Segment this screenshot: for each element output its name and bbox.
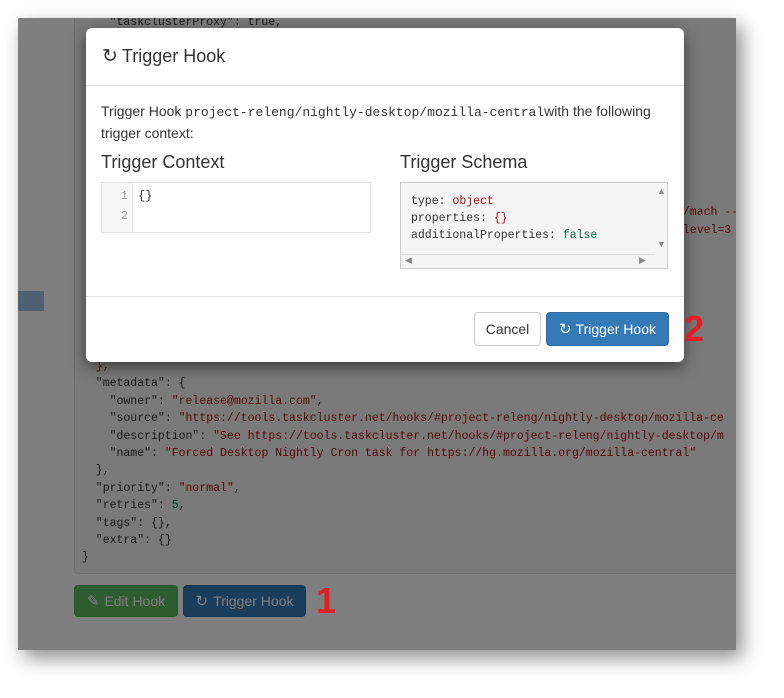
trigger-context-editor[interactable]: 1 2 {}: [101, 182, 371, 233]
screenshot-frame: "taskclusterProxy": true, ./mach -- -lev…: [18, 18, 736, 650]
vertical-scrollbar[interactable]: ▲ ▼: [655, 183, 667, 255]
hook-id: project-releng/nightly-desktop/mozilla-c…: [185, 105, 545, 120]
refresh-icon: ↻: [102, 46, 118, 67]
schema-code: type: object properties: {} additionalPr…: [411, 195, 598, 242]
modal-title: Trigger Hook: [121, 46, 226, 66]
editor-gutter: 1 2: [102, 183, 133, 232]
scroll-up-icon[interactable]: ▲: [657, 186, 666, 196]
cancel-label: Cancel: [485, 321, 530, 337]
editor-content[interactable]: {}: [138, 189, 152, 203]
trigger-context-heading: Trigger Context: [101, 152, 225, 172]
modal-footer: Cancel ↻ Trigger Hook: [86, 296, 684, 363]
scroll-right-icon[interactable]: ▶: [639, 255, 646, 266]
horizontal-scrollbar[interactable]: ◀ ▶: [401, 254, 655, 268]
callout-number-1: 1: [316, 580, 337, 621]
modal-intro: Trigger Hook project-releng/nightly-desk…: [101, 101, 669, 144]
trigger-hook-modal: ↻ Trigger Hook Trigger Hook project-rele…: [86, 28, 684, 362]
cancel-button[interactable]: Cancel: [474, 312, 541, 346]
intro-prefix: Trigger Hook: [101, 103, 186, 119]
trigger-schema-view: type: object properties: {} additionalPr…: [400, 182, 668, 269]
scroll-left-icon[interactable]: ◀: [405, 255, 412, 266]
refresh-icon: ↻: [559, 321, 572, 338]
scroll-down-icon[interactable]: ▼: [657, 239, 666, 249]
modal-trigger-label: Trigger Hook: [575, 321, 656, 337]
line-number: 2: [120, 209, 128, 223]
modal-header: ↻ Trigger Hook: [86, 28, 684, 86]
line-number: 1: [120, 189, 128, 203]
trigger-schema-heading: Trigger Schema: [400, 152, 528, 172]
modal-body: Trigger Hook project-releng/nightly-desk…: [101, 86, 669, 296]
modal-trigger-hook-button[interactable]: ↻ Trigger Hook: [546, 312, 669, 346]
callout-number-2: 2: [684, 308, 705, 349]
